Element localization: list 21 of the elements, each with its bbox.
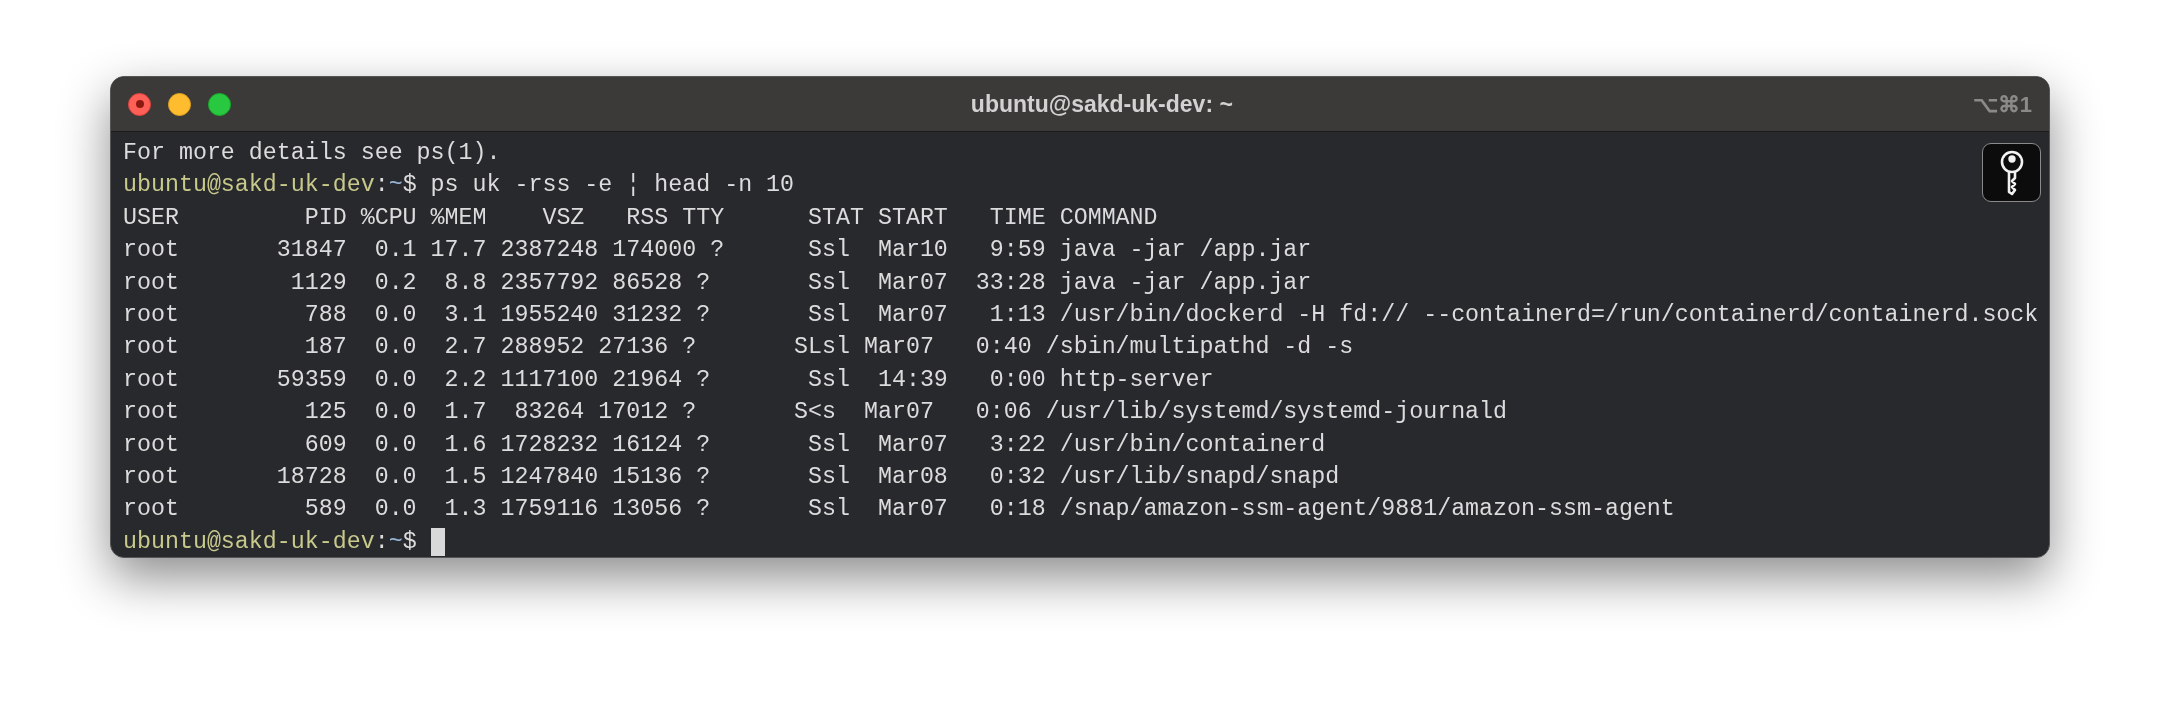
prompt-line: ubuntu@sakd-uk-dev:~$ bbox=[123, 527, 417, 557]
key-icon bbox=[1998, 149, 2025, 196]
output-line: root 59359 0.0 2.2 1117100 21964 ? Ssl 14:39 0:00 http-server bbox=[123, 365, 1214, 395]
output-line: For more details see ps(1). bbox=[123, 139, 501, 168]
text-cursor bbox=[430, 528, 445, 557]
output-line: root 609 0.0 1.6 1728232 16124 ? Ssl Mar07 3:22 /usr/bin/containerd bbox=[123, 430, 1326, 460]
output-line: root 18728 0.0 1.5 1247840 15136 ? Ssl Mar08 0:32 /usr/lib/snapd/snapd bbox=[123, 463, 1340, 493]
output-line: root 788 0.0 3.1 1955240 31232 ? Ssl Mar07 1:13 /usr/bin/dockerd -H fd:// --containerd=/run/containerd/containerd.sock bbox=[123, 301, 2039, 331]
output-line: USER PID %CPU %MEM VSZ RSS TTY STAT START TIME COMMAND bbox=[123, 203, 1158, 233]
zoom-button[interactable] bbox=[208, 92, 231, 116]
close-button[interactable] bbox=[128, 92, 151, 116]
output-line: root 31847 0.1 17.7 2387248 174000 ? Ssl Mar10 9:59 java -jar /app.jar bbox=[123, 236, 1312, 266]
shortcut-label: ⌥⌘1 bbox=[1972, 90, 2032, 119]
minimize-button[interactable] bbox=[168, 92, 191, 116]
output-line: root 589 0.0 1.3 1759116 13056 ? Ssl Mar07 0:18 /snap/amazon-ssm-agent/9881/amazon-ssm-agent bbox=[123, 495, 1675, 525]
key-button[interactable] bbox=[1982, 143, 2041, 202]
output-line: root 125 0.0 1.7 83264 17012 ? S<s Mar07 0:06 /usr/lib/systemd/systemd-journald bbox=[123, 398, 1508, 428]
prompt-line: ubuntu@sakd-uk-dev:~$ ps uk -rss -e ¦ head -n 10 bbox=[123, 171, 795, 201]
output-line: root 187 0.0 2.7 288952 27136 ? SLsl Mar07 0:40 /sbin/multipathd -d -s bbox=[123, 333, 1354, 363]
window-title: ubuntu@sakd-uk-dev: ~ bbox=[970, 89, 1233, 119]
output-line: root 1129 0.2 8.8 2357792 86528 ? Ssl Mar07 33:28 java -jar /app.jar bbox=[123, 268, 1312, 298]
